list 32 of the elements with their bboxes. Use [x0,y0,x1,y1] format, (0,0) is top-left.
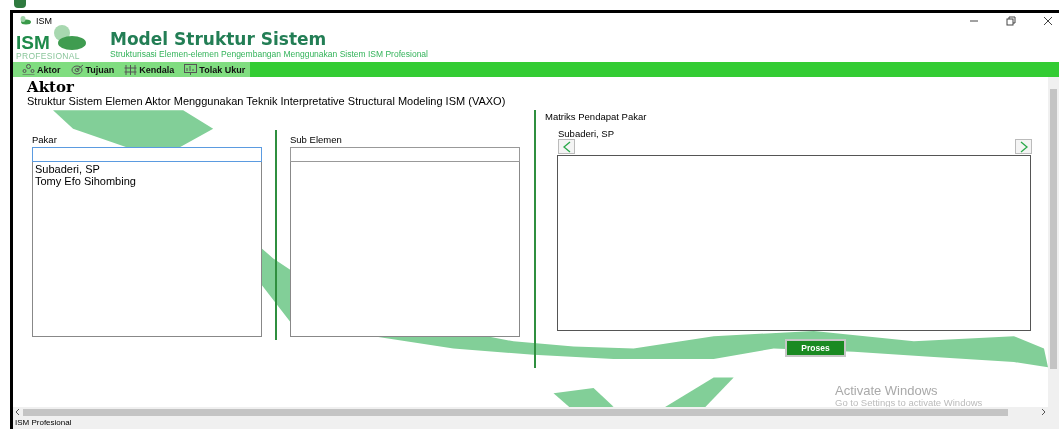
pakar-input-field[interactable] [32,147,262,162]
restore-icon[interactable] [1006,15,1016,26]
list-item[interactable]: Subaderi, SP [35,163,100,175]
process-button[interactable]: Proses [785,339,846,357]
horizontal-scrollbar[interactable] [13,407,1048,417]
previous-button[interactable] [558,139,575,154]
page-description: Struktur Sistem Elemen Aktor Menggunakan Teknik Interpretative Structural Modeling ISM (VAXO) [27,95,506,108]
section-label: Matriks Pendapat Pakar [545,111,647,122]
close-icon[interactable] [1043,15,1053,26]
chevron-right-icon [1018,140,1029,153]
page-heading: Aktor [27,79,75,95]
list-item[interactable]: Tomy Efo Sihombing [35,175,136,187]
leaf-icon [19,16,31,25]
chevron-left-icon [561,140,572,153]
vertical-scrollbar[interactable] [1048,77,1059,417]
app-title: Model Struktur Sistem [110,29,328,49]
field-label: Sub Elemen [290,134,342,145]
next-button[interactable] [1015,139,1032,154]
status-text: ISM Profesional [15,418,72,427]
people-icon [22,64,35,75]
activation-hint: Go to Settings to activate Windows [835,398,983,408]
logo-subtext: PROFESIONAL [16,52,81,61]
activation-notice: Activate Windows [835,383,939,398]
target-icon [70,64,84,75]
sub-element-input-field[interactable] [290,147,520,162]
fence-icon [124,64,138,75]
chart-icon [184,64,198,75]
logo-text: ISM [16,33,50,52]
field-label: Pakar [32,134,57,145]
window-title: ISM [36,15,52,26]
current-expert-name: Subaderi, SP [558,128,614,139]
app-subtitle: Strukturisasi Elemen-elemen Pengembangan Menggunakan Sistem ISM Profesional [110,49,428,59]
